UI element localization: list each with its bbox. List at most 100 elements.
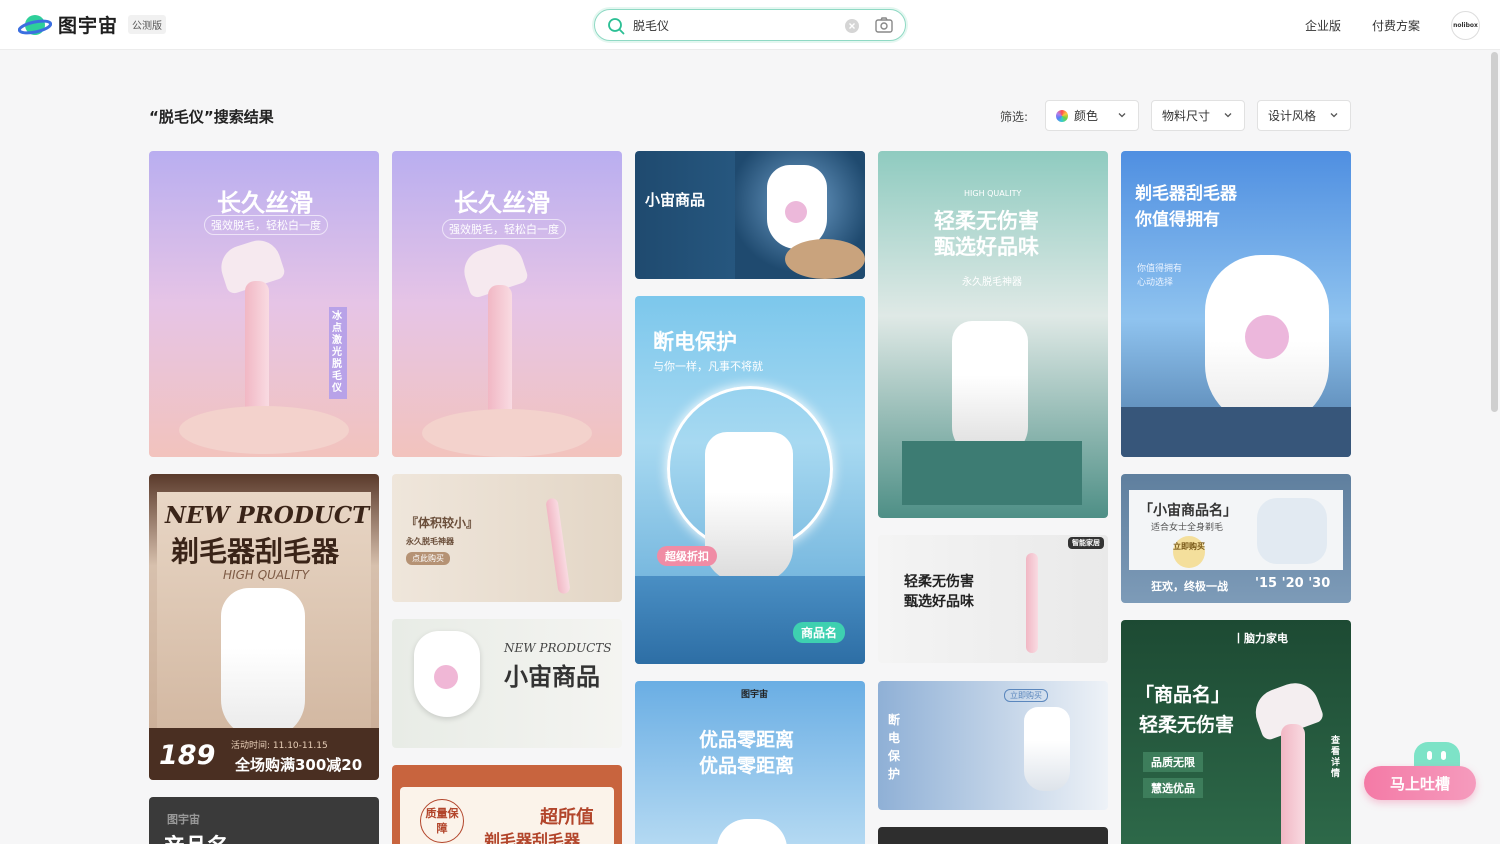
card-10-badge: 立即购买 (1173, 536, 1205, 568)
template-card-11[interactable]: NEW PRODUCTS 小宙商品 (392, 619, 622, 748)
clear-search-icon[interactable] (845, 18, 859, 37)
card-12-brand: 丨脑力家电 (1233, 632, 1288, 645)
card-10-numbers: '15 '20 '30 (1255, 576, 1331, 591)
color-wheel-icon (1056, 109, 1068, 122)
card-6-title: 剃毛器刮毛器 (171, 535, 340, 568)
template-card-10[interactable]: 「小宙商品名」 适合女士全身剃毛 立即购买 狂欢，终极一战 '15 '20 '3… (1121, 474, 1351, 603)
card-7-button: 点此购买 (406, 552, 450, 565)
nav-pricing-link[interactable]: 付费方案 (1372, 17, 1420, 34)
card-5-button-dot (1245, 315, 1289, 359)
template-card-12[interactable]: 丨脑力家电 「商品名」 轻柔无伤害 品质无限 慧选优品 查看详情 (1121, 620, 1351, 844)
card-7-device (545, 497, 571, 595)
card-8-device (705, 432, 793, 582)
card-4-platform (902, 441, 1082, 505)
template-card-1[interactable]: 长久丝滑 强效脱毛，轻松白一度 冰点激光脱毛仪 (149, 151, 379, 457)
card-10-subtitle: 适合女士全身剃毛 (1151, 523, 1224, 533)
user-avatar[interactable]: nolibox (1451, 11, 1480, 40)
card-2-subtitle: 强效脱毛，轻松白一度 (442, 219, 566, 239)
card-9-device (1026, 553, 1038, 653)
card-13-line2: 优品零距离 (699, 755, 795, 777)
filter-size-label: 物料尺寸 (1162, 109, 1211, 123)
top-header: 图宇宙 公测版 企业版 付费方案 nolibox (0, 0, 1500, 50)
card-6-script: HIGH QUALITY (223, 568, 310, 582)
brand-logo[interactable]: 图宇宙 公测版 (17, 11, 167, 38)
template-card-17[interactable] (878, 827, 1108, 844)
template-card-16[interactable]: 图宇宙 产品名 (149, 797, 379, 844)
card-9-line2: 甄选好品味 (904, 594, 974, 610)
template-card-7[interactable]: 『体积较小』 永久脱毛神器 点此购买 (392, 474, 622, 602)
card-1-title: 长久丝滑 (217, 189, 313, 217)
card-13-device (717, 819, 787, 844)
template-card-4[interactable]: HIGH QUALITY 轻柔无伤害 甄选好品味 永久脱毛神器 (878, 151, 1108, 518)
card-12-tag2: 慧选优品 (1143, 778, 1203, 798)
card-4-line2: 甄选好品味 (934, 235, 1039, 259)
card-8-subtitle: 与你一样，凡事不将就 (653, 360, 763, 373)
card-2-podium (422, 409, 592, 457)
card-9-tag: 智能家居 (1068, 537, 1104, 549)
card-12-line2: 轻柔无伤害 (1139, 714, 1235, 736)
card-6-headline: NEW PRODUCT (165, 502, 370, 529)
feedback-button[interactable]: 马上吐槽 (1364, 766, 1476, 800)
card-15-title: 超所值 (540, 807, 594, 828)
template-card-15[interactable]: 质量保障 超所值 剃毛器刮毛器 (392, 765, 622, 844)
beta-badge: 公测版 (128, 15, 167, 34)
card-4-tag: HIGH QUALITY (964, 189, 1022, 198)
template-card-6[interactable]: NEW PRODUCT 剃毛器刮毛器 HIGH QUALITY 189 活动时间… (149, 474, 379, 780)
card-7-subtitle: 永久脱毛神器 (406, 537, 454, 546)
search-icon[interactable] (607, 17, 625, 39)
card-9-line1: 轻柔无伤害 (904, 574, 974, 590)
template-card-2[interactable]: 长久丝滑 强效脱毛，轻松白一度 (392, 151, 622, 457)
brand-name: 图宇宙 (58, 15, 119, 37)
chevron-down-icon (1330, 113, 1338, 118)
nav-enterprise-link[interactable]: 企业版 (1305, 17, 1341, 34)
template-card-5[interactable]: 剃毛器刮毛器 你值得拥有 你值得拥有 心动选择 (1121, 151, 1351, 457)
card-11-title: 小宙商品 (504, 662, 600, 691)
card-10-slogan: 狂欢，终极一战 (1151, 580, 1228, 593)
card-6-device (221, 588, 305, 738)
card-13-brand: 图宇宙 (741, 690, 769, 700)
card-6-date: 活动时间: 11.10-11.15 (231, 741, 328, 751)
card-12-side-text: 查看详情 (1331, 736, 1341, 779)
filter-label: 筛选: (1000, 110, 1029, 124)
card-6-price: 189 (159, 740, 216, 771)
card-10-device (1257, 498, 1327, 564)
card-11-button-dot (434, 665, 458, 689)
card-15-badge: 质量保障 (420, 799, 464, 843)
camera-search-icon[interactable] (875, 17, 893, 37)
page-scrollbar[interactable] (1491, 52, 1498, 412)
template-card-13[interactable]: 图宇宙 优品零距离 优品零距离 (635, 681, 865, 844)
card-8-title: 断电保护 (653, 330, 737, 354)
template-card-3[interactable]: 小宙商品 (635, 151, 865, 279)
card-12-device-handle (1281, 724, 1305, 844)
card-15-subtitle: 剃毛器刮毛器 (484, 831, 581, 844)
card-3-cloud (785, 239, 865, 279)
card-8-badge: 超级折扣 (657, 546, 717, 566)
card-5-base (1121, 407, 1351, 457)
card-3-title: 小宙商品 (645, 191, 706, 209)
card-5-line2: 你值得拥有 (1135, 210, 1220, 230)
filter-size-dropdown[interactable]: 物料尺寸 (1151, 100, 1245, 131)
filter-style-dropdown[interactable]: 设计风格 (1257, 100, 1351, 131)
card-6-promo: 全场购满300减20 (235, 756, 363, 774)
search-bar[interactable] (594, 9, 906, 41)
card-5-sub1: 你值得拥有 (1137, 264, 1183, 274)
filter-color-label: 颜色 (1074, 109, 1099, 123)
card-8-water (635, 576, 865, 664)
card-14-button: 立即购买 (1004, 689, 1048, 702)
filter-color-dropdown[interactable]: 颜色 (1045, 100, 1139, 131)
search-input[interactable] (633, 15, 833, 35)
card-16-brand: 图宇宙 (167, 813, 200, 826)
template-card-8[interactable]: 断电保护 与你一样，凡事不将就 超级折扣 商品名 (635, 296, 865, 664)
card-8-button: 商品名 (793, 622, 846, 643)
card-7-title: 『体积较小』 (406, 516, 479, 530)
card-4-device (952, 321, 1028, 457)
template-card-9[interactable]: 轻柔无伤害 甄选好品味 智能家居 (878, 535, 1108, 663)
chevron-down-icon (1118, 113, 1126, 118)
template-card-14[interactable]: 断电保护 立即购买 (878, 681, 1108, 810)
card-11-script: NEW PRODUCTS (504, 641, 612, 655)
card-1-podium (179, 406, 349, 454)
card-4-subtitle: 永久脱毛神器 (962, 277, 1022, 288)
card-2-title: 长久丝滑 (454, 189, 550, 217)
card-14-device (1024, 707, 1070, 791)
card-12-tag1: 品质无限 (1143, 752, 1203, 772)
